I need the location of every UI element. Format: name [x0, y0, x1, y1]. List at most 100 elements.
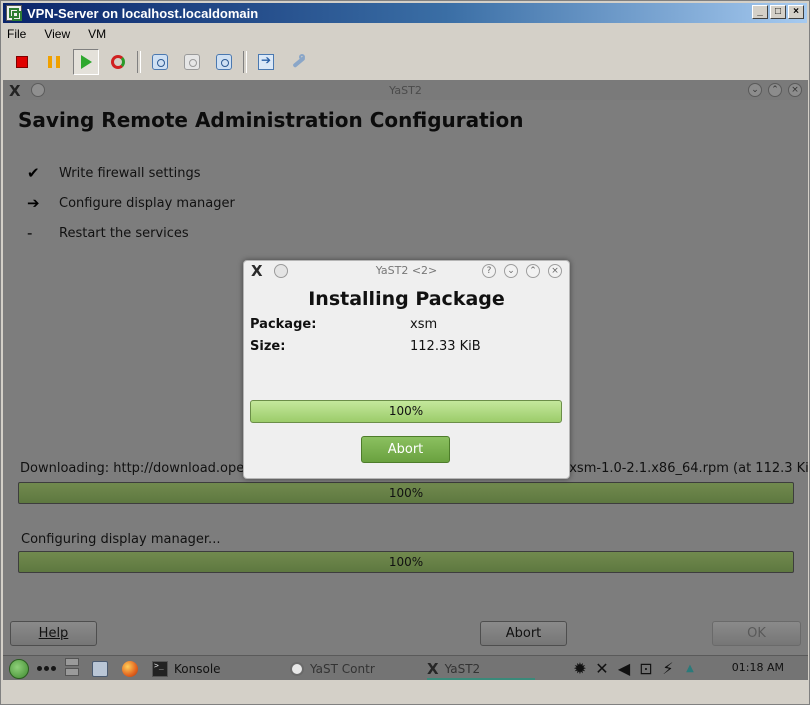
step-item: ✔ Write firewall settings	[27, 158, 235, 188]
maximize-button[interactable]: ⌃	[526, 264, 540, 278]
yast-control-center-icon	[290, 661, 304, 676]
menu-view[interactable]: View	[42, 27, 72, 45]
ok-button[interactable]: OK	[712, 621, 801, 646]
revert-snapshot-button[interactable]	[179, 49, 205, 75]
pause-icon	[48, 56, 60, 68]
snapshot-icon	[152, 54, 168, 70]
taskbar-item-label: Konsole	[174, 661, 221, 676]
clock[interactable]: 01:18 AM	[732, 661, 784, 674]
firefox-icon	[122, 660, 138, 677]
yast-titlebar: X YaST2 ⌄ ⌃ ×	[3, 80, 808, 100]
steps-list: ✔ Write firewall settings ➔ Configure di…	[27, 158, 235, 248]
dialog-abort-button[interactable]: Abort	[361, 436, 450, 463]
vm-window: VPN-Server on localhost.localdomain _ □ …	[0, 0, 810, 705]
yast-window-title: YaST2	[389, 84, 422, 97]
settings-icon	[290, 54, 306, 70]
installing-package-dialog: X YaST2 <2> ? ⌄ ⌃ × Installing Package P…	[243, 260, 570, 479]
maximize-button[interactable]: □	[770, 5, 786, 19]
vm-titlebar: VPN-Server on localhost.localdomain _ □ …	[3, 3, 807, 23]
package-row: Package: xsm	[250, 317, 437, 332]
close-button[interactable]: ×	[788, 83, 802, 97]
vm-window-title: VPN-Server on localhost.localdomain	[27, 6, 259, 21]
vm-toolbar	[9, 49, 317, 75]
step-label: Configure display manager	[59, 195, 235, 211]
opensuse-gecko-icon	[9, 658, 29, 679]
taskbar-item-konsole[interactable]: Konsole	[152, 659, 221, 678]
network-icon[interactable]: ⊡	[635, 659, 657, 678]
step-label: Write firewall settings	[59, 165, 201, 181]
minimize-button[interactable]: ⌄	[748, 83, 762, 97]
step-label: Restart the services	[59, 225, 189, 241]
step-item: ➔ Configure display manager	[27, 188, 235, 218]
package-value: xsm	[410, 317, 438, 332]
send-ctrl-alt-del-icon	[258, 53, 274, 70]
snapshot-manager-button[interactable]	[211, 49, 237, 75]
configure-status: Configuring display manager...	[21, 532, 221, 547]
terminal-icon	[152, 660, 168, 677]
taskbar-item-yast-control[interactable]: YaST Contr	[290, 659, 375, 678]
help-icon[interactable]: ?	[482, 264, 496, 278]
play-icon	[80, 55, 92, 69]
vm-settings-button[interactable]	[285, 49, 311, 75]
system-tray: ✹ ✕ ◀ ⊡ ⚡ ▲	[569, 659, 701, 678]
snapshot-manager-icon	[216, 54, 232, 70]
checkmark-icon: ✔	[27, 164, 40, 182]
menu-file[interactable]: File	[5, 27, 28, 45]
bug-icon[interactable]: ✹	[569, 659, 591, 678]
taskbar-item-label: YaST2	[444, 661, 481, 676]
ok-button-label: OK	[747, 626, 766, 641]
abort-button-label: Abort	[505, 626, 542, 641]
package-label: Package:	[250, 317, 317, 332]
step-item: ‐ Restart the services	[27, 218, 235, 248]
close-button[interactable]: ×	[788, 5, 804, 19]
menu-vm[interactable]: VM	[86, 27, 108, 45]
vmware-logo-icon	[6, 5, 22, 21]
take-snapshot-button[interactable]	[147, 49, 173, 75]
reset-button[interactable]	[105, 49, 131, 75]
size-value: 112.33 KiB	[410, 339, 481, 354]
firefox-launcher[interactable]	[122, 659, 138, 678]
yast-icon: X	[427, 659, 439, 678]
arrow-right-icon: ➔	[27, 194, 40, 212]
show-desktop-button[interactable]	[37, 659, 58, 678]
help-button[interactable]: Help	[10, 621, 97, 646]
page-title: Saving Remote Administration Configurati…	[18, 108, 524, 132]
power-on-button[interactable]	[73, 49, 99, 75]
revert-snapshot-icon	[184, 54, 200, 70]
file-manager-launcher[interactable]	[92, 659, 108, 678]
taskbar-item-yast2[interactable]: X YaST2	[427, 659, 535, 680]
desktop-pager[interactable]	[65, 658, 79, 677]
connection-icon[interactable]: ⚡	[657, 659, 679, 678]
help-button-label: Help	[38, 626, 69, 641]
minimize-button[interactable]: ⌄	[504, 264, 518, 278]
file-manager-icon	[92, 660, 108, 677]
toolbar-separator	[243, 51, 247, 73]
dialog-window-controls: ? ⌄ ⌃ ×	[482, 264, 562, 278]
tools-icon[interactable]: ✕	[591, 659, 613, 678]
size-label: Size:	[250, 339, 286, 354]
power-off-button[interactable]	[9, 49, 35, 75]
stop-icon	[16, 56, 28, 68]
download-progress-bar: 100%	[18, 482, 794, 504]
package-progress-bar: 100%	[250, 400, 562, 423]
dialog-titlebar: X YaST2 <2> ? ⌄ ⌃ ×	[244, 261, 569, 281]
minimize-button[interactable]: _	[752, 5, 768, 19]
abort-button[interactable]: Abort	[480, 621, 567, 646]
yast-window-controls: ⌄ ⌃ ×	[748, 83, 802, 97]
tray-expand-icon[interactable]: ▲	[679, 663, 701, 674]
close-button[interactable]: ×	[548, 264, 562, 278]
send-ctrl-alt-del-button[interactable]	[253, 49, 279, 75]
dash-icon: ‐	[27, 224, 33, 242]
vm-menubar: File View VM	[5, 27, 108, 45]
maximize-button[interactable]: ⌃	[768, 83, 782, 97]
taskbar: Konsole YaST Contr X YaST2 ✹ ✕ ◀ ⊡ ⚡ ▲ 0…	[3, 655, 808, 680]
taskbar-item-label: YaST Contr	[310, 661, 375, 676]
start-menu-button[interactable]	[9, 658, 29, 679]
suspend-button[interactable]	[41, 49, 67, 75]
dialog-heading: Installing Package	[308, 288, 505, 310]
volume-icon[interactable]: ◀	[613, 659, 635, 678]
size-row: Size: 112.33 KiB	[250, 339, 481, 354]
window-controls: _ □ ×	[752, 5, 804, 19]
configure-progress-bar: 100%	[18, 551, 794, 573]
toolbar-separator	[137, 51, 141, 73]
